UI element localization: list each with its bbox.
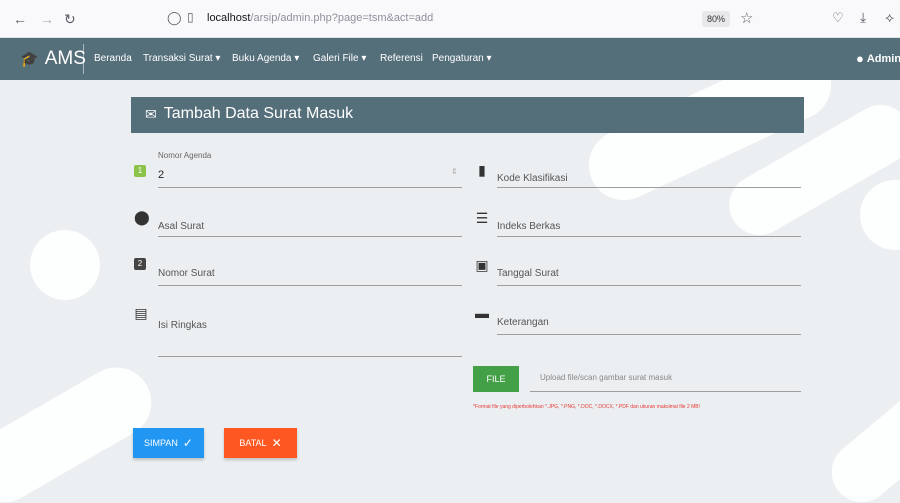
nomor-agenda-label: Nomor Agenda	[158, 151, 212, 160]
close-icon: ✕	[271, 436, 282, 450]
agenda-number-icon: 1	[134, 165, 146, 177]
nomor-surat-underline	[158, 285, 462, 286]
zoom-level[interactable]: 80%	[702, 11, 730, 27]
check-icon: ✓	[182, 436, 193, 450]
extensions-icon[interactable]: ⟡	[885, 9, 894, 26]
download-icon[interactable]: ⤓	[860, 9, 866, 26]
background-decoration	[860, 180, 900, 250]
calendar-icon: ▣	[475, 257, 489, 273]
file-path-underline	[530, 391, 801, 392]
keterangan-underline	[497, 334, 801, 335]
file-path-input[interactable]: Upload file/scan gambar surat masuk	[540, 373, 672, 382]
page-icon: ▯	[187, 10, 194, 24]
map-marker-icon: ⬤	[134, 209, 150, 225]
forward-icon[interactable]: →	[40, 11, 54, 27]
asal-surat-input[interactable]: Asal Surat	[158, 221, 204, 232]
address-bar[interactable]: localhost/arsip/admin.php?page=tsm&act=a…	[207, 12, 433, 24]
numbered-box-icon: 2	[134, 258, 146, 270]
tanggal-surat-underline	[497, 285, 801, 286]
back-icon[interactable]: ←	[13, 11, 27, 27]
asal-surat-underline	[158, 236, 462, 237]
page-title: ✉ Tambah Data Surat Masuk	[145, 105, 353, 123]
note-icon: ▬	[475, 305, 489, 321]
number-spinner-icon[interactable]: ⇕	[451, 167, 458, 176]
form-title: Tambah Data Surat Masuk	[163, 105, 354, 122]
app-navbar: 🎓 AMS Beranda Transaksi Surat ▾ Buku Age…	[0, 38, 900, 80]
file-text-icon: ▤	[134, 305, 148, 321]
graduation-cap-icon: 🎓	[20, 51, 39, 68]
nomor-agenda-underline	[158, 187, 462, 188]
keterangan-input[interactable]: Keterangan	[497, 317, 549, 328]
reload-icon[interactable]: ↻	[64, 11, 76, 28]
user-name: Admin	[866, 52, 900, 65]
envelope-icon: ✉	[145, 105, 157, 122]
simpan-button[interactable]: SIMPAN ✓	[133, 428, 204, 458]
batal-button[interactable]: BATAL ✕	[224, 428, 297, 458]
brand[interactable]: 🎓 AMS	[20, 48, 86, 70]
user-circle-icon: ●	[856, 51, 864, 66]
nav-beranda[interactable]: Beranda	[94, 53, 132, 64]
indeks-berkas-input[interactable]: Indeks Berkas	[497, 221, 560, 232]
bookmark-star-icon[interactable]: ☆	[740, 9, 753, 27]
user-menu[interactable]: ● Admin	[856, 51, 900, 66]
nomor-agenda-input[interactable]: 2	[158, 169, 164, 181]
url-path: /arsip/admin.php?page=tsm&act=add	[250, 12, 434, 24]
file-format-note: *Format file yang diperbolehkan *.JPG, *…	[473, 404, 701, 410]
nomor-surat-input[interactable]: Nomor Surat	[158, 268, 215, 279]
brand-label: AMS	[44, 48, 86, 69]
tanggal-surat-input[interactable]: Tanggal Surat	[497, 268, 559, 279]
nav-buku-agenda[interactable]: Buku Agenda ▾	[232, 53, 299, 64]
brand-divider	[83, 44, 84, 74]
url-host: localhost	[207, 12, 251, 24]
file-upload-button[interactable]: FILE	[473, 366, 519, 392]
background-decoration	[30, 230, 100, 300]
shield-icon[interactable]: ◯	[167, 10, 182, 26]
list-icon: ☰	[475, 210, 489, 226]
isi-ringkas-input[interactable]: Isi Ringkas	[158, 320, 207, 331]
kode-klasifikasi-input[interactable]: Kode Klasifikasi	[497, 173, 568, 184]
bookmark-icon: ▮	[478, 162, 486, 178]
nav-referensi[interactable]: Referensi	[380, 53, 423, 64]
simpan-label: SIMPAN	[144, 438, 178, 448]
browser-toolbar: ← → ↻ ◯ ▯ localhost/arsip/admin.php?page…	[0, 0, 900, 38]
batal-label: BATAL	[239, 438, 267, 448]
form-card-header: ✉ Tambah Data Surat Masuk	[131, 97, 804, 133]
nav-galeri-file[interactable]: Galeri File ▾	[313, 53, 366, 64]
nav-pengaturan[interactable]: Pengaturan ▾	[432, 53, 492, 64]
pocket-icon[interactable]: ♡	[832, 10, 844, 26]
background-decoration	[819, 365, 900, 503]
isi-ringkas-underline	[158, 356, 462, 357]
kode-klasifikasi-underline	[497, 187, 801, 188]
indeks-berkas-underline	[497, 236, 801, 237]
nav-transaksi-surat[interactable]: Transaksi Surat ▾	[143, 53, 220, 64]
